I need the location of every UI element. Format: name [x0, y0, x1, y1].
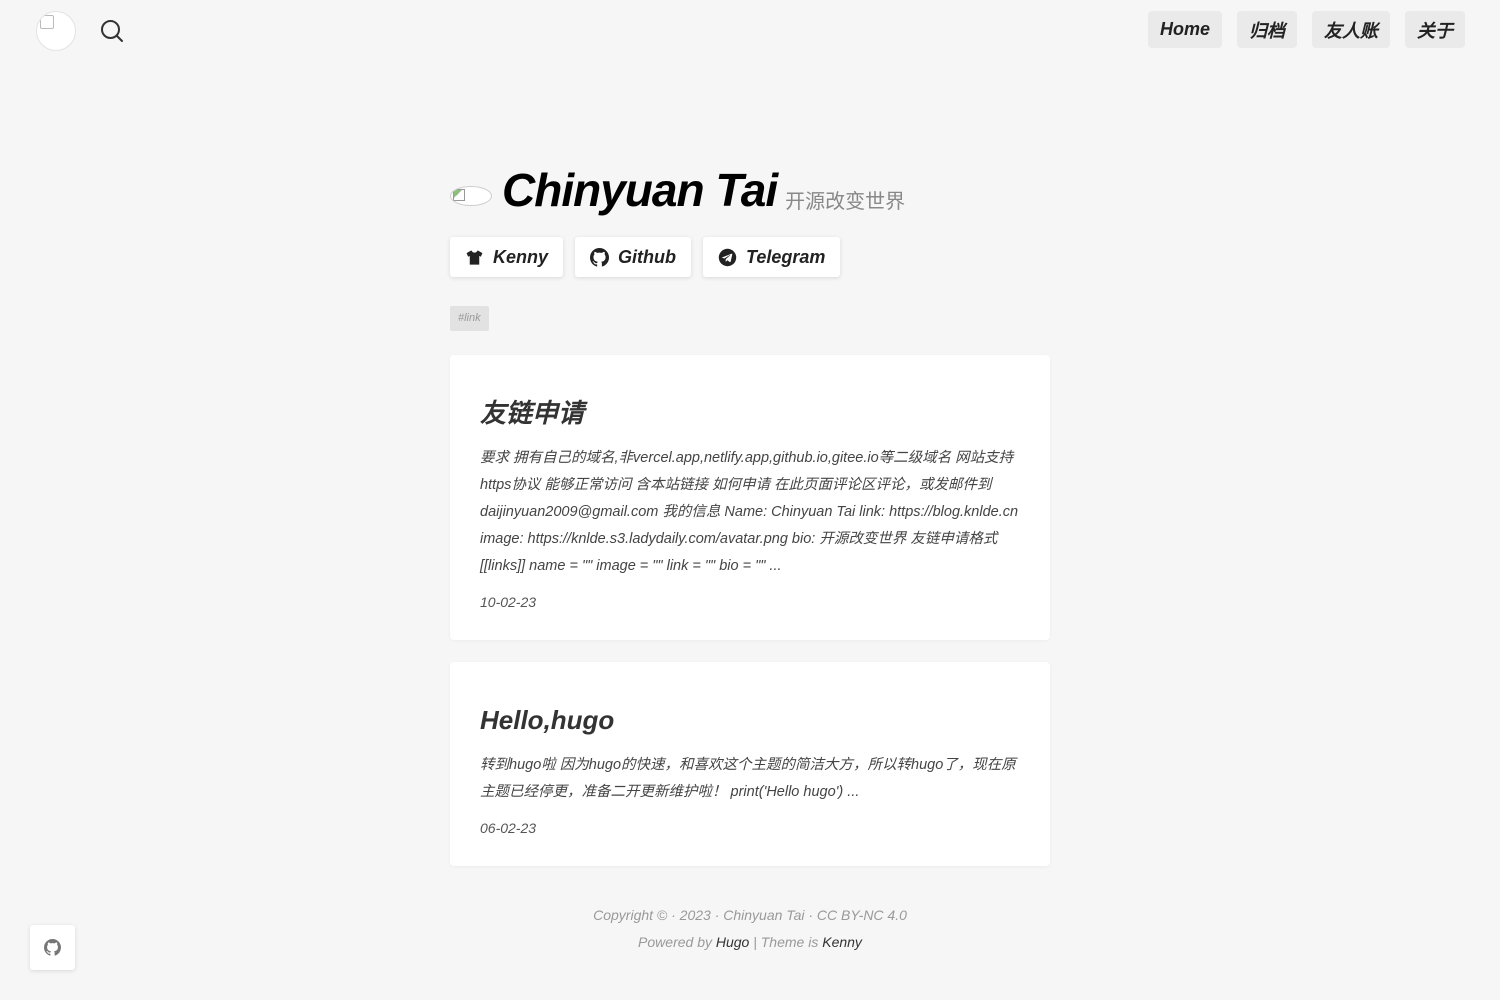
profile-header: Chinyuan Tai 开源改变世界 [450, 160, 1050, 220]
footer: Copyright © · 2023 · Chinyuan Tai · CC B… [0, 902, 1500, 956]
social-link-telegram[interactable]: Telegram [703, 237, 841, 277]
social-link-github[interactable]: Github [575, 237, 691, 277]
nav-friends[interactable]: 友人账 [1312, 11, 1390, 48]
site-avatar[interactable] [36, 11, 76, 51]
github-icon [44, 939, 61, 956]
top-bar: Home 归档 友人账 关于 [0, 0, 1500, 60]
post-summary: 要求 拥有自己的域名,非vercel.app,netlify.app,githu… [480, 450, 1019, 574]
theme-prefix: | Theme is [749, 934, 823, 950]
profile-bio: 开源改变世界 [785, 191, 906, 213]
profile-avatar [450, 186, 492, 206]
theme-link[interactable]: Kenny [822, 934, 862, 950]
social-link-label: Github [618, 246, 676, 267]
tshirt-icon [466, 249, 483, 265]
github-icon [590, 247, 610, 267]
post-title[interactable]: Hello,hugo [480, 700, 1020, 740]
search-icon[interactable] [100, 19, 124, 43]
github-float-button[interactable] [30, 925, 75, 970]
social-link-kenny[interactable]: Kenny [450, 237, 564, 277]
post-date: 10-02-23 [480, 594, 537, 610]
post-summary: 转到hugo啦 因为hugo的快速，和喜欢这个主题的简洁大方，所以转hugo了，… [480, 757, 1016, 800]
main-content: Chinyuan Tai 开源改变世界 Kenny Github Telegra… [450, 160, 1050, 866]
post-card: Hello,hugo 转到hugo啦 因为hugo的快速，和喜欢这个主题的简洁大… [450, 662, 1050, 866]
main-nav: Home 归档 友人账 关于 [1147, 11, 1465, 48]
social-link-label: Kenny [493, 246, 549, 267]
broken-image-icon [40, 15, 54, 29]
tag-badge[interactable]: #link [450, 306, 489, 331]
telegram-icon [718, 248, 737, 266]
hugo-link[interactable]: Hugo [716, 934, 749, 950]
nav-home[interactable]: Home [1147, 11, 1222, 48]
powered-by-line: Powered by Hugo | Theme is Kenny [0, 929, 1500, 956]
nav-archive[interactable]: 归档 [1237, 11, 1297, 48]
copyright-text: Copyright © · 2023 · Chinyuan Tai · CC B… [593, 907, 907, 923]
powered-by-prefix: Powered by [638, 934, 716, 950]
profile-name: Chinyuan Tai [502, 164, 778, 216]
social-link-label: Telegram [746, 246, 826, 267]
broken-image-icon [453, 189, 465, 201]
post-date: 06-02-23 [480, 820, 537, 836]
post-card: 友链申请 要求 拥有自己的域名,非vercel.app,netlify.app,… [450, 355, 1050, 640]
social-links: Kenny Github Telegram [450, 237, 1050, 277]
post-title[interactable]: 友链申请 [480, 393, 1020, 433]
nav-about[interactable]: 关于 [1405, 11, 1465, 48]
